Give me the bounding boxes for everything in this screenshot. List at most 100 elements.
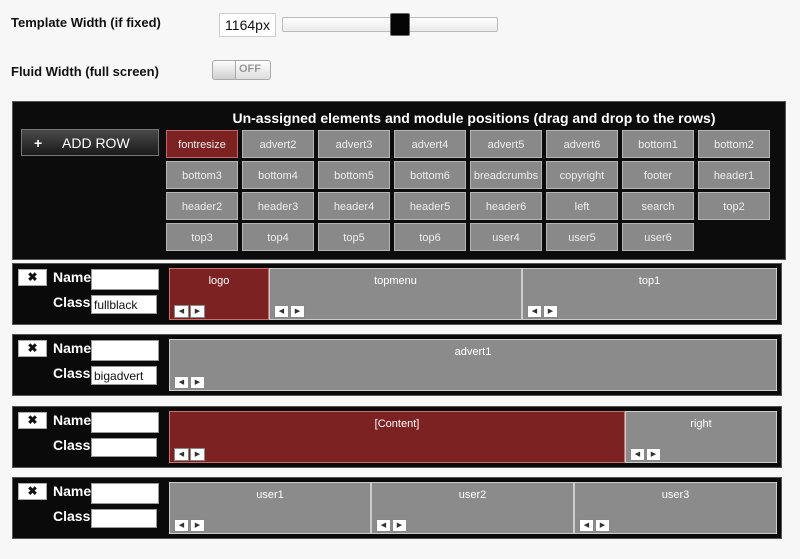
row-class-label: Class xyxy=(53,508,91,524)
module-arrows: ◀ ▶ xyxy=(376,519,408,532)
arrow-right-icon[interactable]: ▶ xyxy=(190,376,205,389)
module-chip[interactable]: header3 xyxy=(242,192,314,220)
module-chip[interactable]: top5 xyxy=(318,223,390,251)
module-label: top1 xyxy=(638,275,661,287)
module-position[interactable]: user1 ◀ ▶ xyxy=(169,482,371,534)
layout-row: ✖ Name Class user1 ◀ ▶ user2 ◀ ▶ user3 ◀ ▶ xyxy=(12,477,782,539)
arrow-right-icon[interactable]: ▶ xyxy=(646,448,661,461)
close-icon[interactable]: ✖ xyxy=(18,412,47,429)
module-chip[interactable]: bottom6 xyxy=(394,161,466,189)
module-arrows: ◀ ▶ xyxy=(174,519,206,532)
row-name-input[interactable] xyxy=(91,483,159,504)
module-chip[interactable]: user5 xyxy=(546,223,618,251)
module-label: right xyxy=(690,418,712,430)
module-chip[interactable]: advert5 xyxy=(470,130,542,158)
row-class-label: Class xyxy=(53,365,91,381)
close-icon[interactable]: ✖ xyxy=(18,483,47,500)
template-width-slider-handle[interactable] xyxy=(390,13,410,36)
module-position[interactable]: user2 ◀ ▶ xyxy=(371,482,574,534)
layout-row: ✖ Name Class bigadvert advert1 ◀ ▶ xyxy=(12,334,782,396)
module-chip[interactable]: bottom5 xyxy=(318,161,390,189)
row-class-input[interactable]: bigadvert xyxy=(91,366,157,385)
module-arrows: ◀ ▶ xyxy=(174,376,206,389)
module-chip[interactable]: search xyxy=(622,192,694,220)
unassigned-panel: Un-assigned elements and module position… xyxy=(12,101,786,260)
row-name-input[interactable] xyxy=(91,412,159,433)
module-position[interactable]: advert1 ◀ ▶ xyxy=(169,339,777,391)
module-arrows: ◀ ▶ xyxy=(527,305,559,318)
close-icon[interactable]: ✖ xyxy=(18,340,47,357)
module-chip[interactable]: advert3 xyxy=(318,130,390,158)
module-arrows: ◀ ▶ xyxy=(274,305,306,318)
row-name-label: Name xyxy=(53,269,92,285)
module-chip[interactable]: breadcrumbs xyxy=(470,161,542,189)
module-chip[interactable]: footer xyxy=(622,161,694,189)
arrow-left-icon[interactable]: ◀ xyxy=(174,376,189,389)
module-position[interactable]: right ◀ ▶ xyxy=(625,411,777,463)
module-chip[interactable]: top6 xyxy=(394,223,466,251)
unassigned-title: Un-assigned elements and module position… xyxy=(232,110,716,126)
module-label: user2 xyxy=(458,489,487,501)
module-chip[interactable]: left xyxy=(546,192,618,220)
row-name-input[interactable] xyxy=(91,269,159,290)
module-chip[interactable]: bottom4 xyxy=(242,161,314,189)
module-position[interactable]: topmenu ◀ ▶ xyxy=(269,268,522,320)
arrow-left-icon[interactable]: ◀ xyxy=(527,305,542,318)
module-arrows: ◀ ▶ xyxy=(174,448,206,461)
module-chip[interactable]: header5 xyxy=(394,192,466,220)
module-position[interactable]: logo ◀ ▶ xyxy=(169,268,269,320)
module-chip[interactable]: top2 xyxy=(698,192,770,220)
arrow-left-icon[interactable]: ◀ xyxy=(376,519,391,532)
module-label: [Content] xyxy=(374,418,420,430)
arrow-left-icon[interactable]: ◀ xyxy=(630,448,645,461)
plus-icon: + xyxy=(34,135,43,151)
close-icon[interactable]: ✖ xyxy=(18,269,47,286)
fluid-width-toggle[interactable]: OFF xyxy=(212,60,271,80)
arrow-left-icon[interactable]: ◀ xyxy=(174,519,189,532)
module-chip[interactable]: header1 xyxy=(698,161,770,189)
module-arrows: ◀ ▶ xyxy=(630,448,662,461)
arrow-right-icon[interactable]: ▶ xyxy=(190,305,205,318)
module-chip[interactable]: bottom3 xyxy=(166,161,238,189)
arrow-right-icon[interactable]: ▶ xyxy=(190,448,205,461)
module-chip[interactable]: advert2 xyxy=(242,130,314,158)
row-name-label: Name xyxy=(53,483,92,499)
module-chip[interactable]: advert6 xyxy=(546,130,618,158)
toggle-knob xyxy=(213,61,236,79)
add-row-button[interactable]: + ADD ROW xyxy=(21,129,159,156)
module-chip[interactable]: header4 xyxy=(318,192,390,220)
add-row-label: ADD ROW xyxy=(62,135,130,151)
row-name-label: Name xyxy=(53,340,92,356)
module-chip[interactable]: top3 xyxy=(166,223,238,251)
module-arrows: ◀ ▶ xyxy=(174,305,206,318)
arrow-left-icon[interactable]: ◀ xyxy=(174,448,189,461)
row-name-label: Name xyxy=(53,412,92,428)
arrow-right-icon[interactable]: ▶ xyxy=(290,305,305,318)
module-position[interactable]: [Content] ◀ ▶ xyxy=(169,411,625,463)
module-chip[interactable]: bottom1 xyxy=(622,130,694,158)
module-position[interactable]: top1 ◀ ▶ xyxy=(522,268,777,320)
row-class-input[interactable]: fullblack xyxy=(91,295,157,314)
row-class-input[interactable] xyxy=(91,509,157,528)
arrow-left-icon[interactable]: ◀ xyxy=(579,519,594,532)
module-chip[interactable]: copyright xyxy=(546,161,618,189)
template-width-label: Template Width (if fixed) xyxy=(11,15,161,30)
arrow-right-icon[interactable]: ▶ xyxy=(190,519,205,532)
module-chip[interactable]: advert4 xyxy=(394,130,466,158)
module-chip[interactable]: fontresize xyxy=(166,130,238,158)
arrow-left-icon[interactable]: ◀ xyxy=(274,305,289,318)
row-name-input[interactable] xyxy=(91,340,159,361)
module-position[interactable]: user3 ◀ ▶ xyxy=(574,482,777,534)
module-chip[interactable]: header6 xyxy=(470,192,542,220)
row-class-input[interactable] xyxy=(91,438,157,457)
module-chip[interactable]: user6 xyxy=(622,223,694,251)
module-chip[interactable]: top4 xyxy=(242,223,314,251)
arrow-left-icon[interactable]: ◀ xyxy=(174,305,189,318)
arrow-right-icon[interactable]: ▶ xyxy=(392,519,407,532)
fluid-width-label: Fluid Width (full screen) xyxy=(11,64,159,79)
module-chip[interactable]: user4 xyxy=(470,223,542,251)
module-chip[interactable]: bottom2 xyxy=(698,130,770,158)
arrow-right-icon[interactable]: ▶ xyxy=(543,305,558,318)
module-chip[interactable]: header2 xyxy=(166,192,238,220)
arrow-right-icon[interactable]: ▶ xyxy=(595,519,610,532)
